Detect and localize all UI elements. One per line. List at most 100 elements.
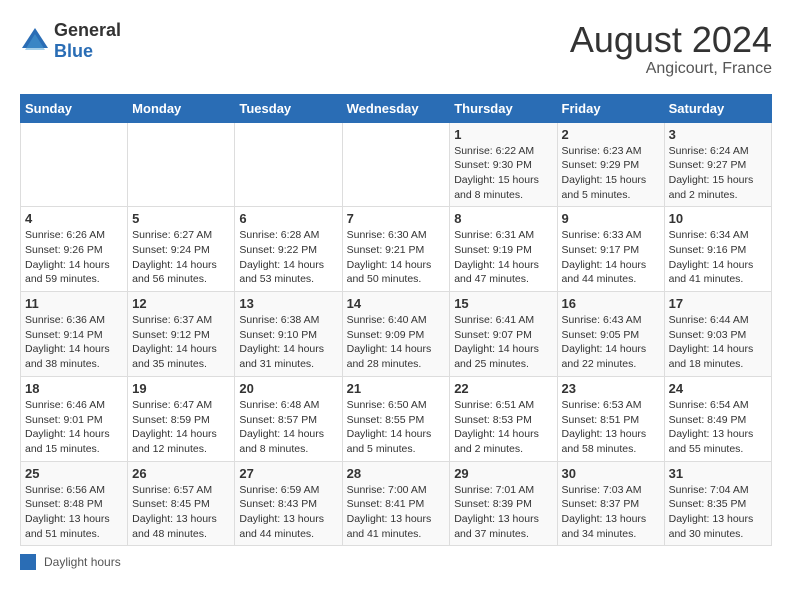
calendar-cell: 4 Sunrise: 6:26 AMSunset: 9:26 PMDaylight… [21, 207, 128, 292]
calendar-cell: 22Sunrise: 6:51 AMSunset: 8:53 PMDayligh… [450, 376, 557, 461]
day-info: Sunrise: 6:59 AMSunset: 8:43 PMDaylight:… [239, 483, 337, 542]
day-info: Sunrise: 6:28 AMSunset: 9:22 PMDaylight:… [239, 228, 337, 287]
legend-label: Daylight hours [44, 555, 121, 569]
day-info: Sunrise: 6:40 AMSunset: 9:09 PMDaylight:… [347, 313, 446, 372]
day-info: Sunrise: 6:41 AMSunset: 9:07 PMDaylight:… [454, 313, 552, 372]
calendar-cell [21, 122, 128, 207]
day-info: Sunrise: 6:24 AMSunset: 9:27 PMDaylight:… [669, 144, 767, 203]
calendar-cell: 2 Sunrise: 6:23 AMSunset: 9:29 PMDaylight… [557, 122, 664, 207]
calendar-cell: 30Sunrise: 7:03 AMSunset: 8:37 PMDayligh… [557, 461, 664, 546]
calendar-week-4: 18 Sunrise: 6:46 AMSunset: 9:01 PMDayligh… [21, 376, 772, 461]
calendar-week-1: 1 Sunrise: 6:22 AMSunset: 9:30 PMDaylight… [21, 122, 772, 207]
logo-blue: Blue [54, 41, 93, 61]
calendar-cell: 28Sunrise: 7:00 AMSunset: 8:41 PMDayligh… [342, 461, 450, 546]
day-info: Sunrise: 6:37 AMSunset: 9:12 PMDaylight:… [132, 313, 230, 372]
day-number: 25 [25, 466, 123, 481]
calendar-cell: 20 Sunrise: 6:48 AMSunset: 8:57 PMDayligh… [235, 376, 342, 461]
calendar-cell: 6Sunrise: 6:28 AMSunset: 9:22 PMDaylight… [235, 207, 342, 292]
day-info: Sunrise: 6:36 AMSunset: 9:14 PMDaylight:… [25, 313, 123, 372]
calendar-cell: 29Sunrise: 7:01 AMSunset: 8:39 PMDayligh… [450, 461, 557, 546]
day-info: Sunrise: 6:31 AMSunset: 9:19 PMDaylight:… [454, 228, 552, 287]
day-number: 21 [347, 381, 446, 396]
column-header-monday: Monday [128, 94, 235, 122]
calendar-cell: 7 Sunrise: 6:30 AMSunset: 9:21 PMDaylight… [342, 207, 450, 292]
column-header-wednesday: Wednesday [342, 94, 450, 122]
day-info: Sunrise: 7:00 AMSunset: 8:41 PMDaylight:… [347, 483, 446, 542]
day-info: Sunrise: 6:46 AMSunset: 9:01 PMDaylight:… [25, 398, 123, 457]
day-info: Sunrise: 6:56 AMSunset: 8:48 PMDaylight:… [25, 483, 123, 542]
day-number: 10 [669, 211, 767, 226]
day-info: Sunrise: 6:33 AMSunset: 9:17 PMDaylight:… [562, 228, 660, 287]
day-number: 5 [132, 211, 230, 226]
day-number: 8 [454, 211, 552, 226]
calendar-cell: 31 Sunrise: 7:04 AMSunset: 8:35 PMDayligh… [664, 461, 771, 546]
column-header-tuesday: Tuesday [235, 94, 342, 122]
day-info: Sunrise: 6:53 AMSunset: 8:51 PMDaylight:… [562, 398, 660, 457]
logo-general: General [54, 20, 121, 40]
calendar-cell: 5 Sunrise: 6:27 AMSunset: 9:24 PMDaylight… [128, 207, 235, 292]
calendar-cell: 27Sunrise: 6:59 AMSunset: 8:43 PMDayligh… [235, 461, 342, 546]
column-header-saturday: Saturday [664, 94, 771, 122]
day-number: 16 [562, 296, 660, 311]
calendar-cell: 11 Sunrise: 6:36 AMSunset: 9:14 PMDayligh… [21, 292, 128, 377]
day-number: 22 [454, 381, 552, 396]
title-block: August 2024 Angicourt, France [570, 20, 772, 78]
calendar-cell: 15Sunrise: 6:41 AMSunset: 9:07 PMDayligh… [450, 292, 557, 377]
day-info: Sunrise: 6:50 AMSunset: 8:55 PMDaylight:… [347, 398, 446, 457]
calendar-cell: 19Sunrise: 6:47 AMSunset: 8:59 PMDayligh… [128, 376, 235, 461]
logo-icon [20, 26, 50, 56]
day-number: 11 [25, 296, 123, 311]
subtitle: Angicourt, France [570, 60, 772, 78]
logo-text: General Blue [54, 20, 121, 62]
calendar-cell [128, 122, 235, 207]
calendar-cell [235, 122, 342, 207]
day-number: 23 [562, 381, 660, 396]
legend-box [20, 554, 36, 570]
day-number: 26 [132, 466, 230, 481]
page-header: General Blue August 2024 Angicourt, Fran… [20, 20, 772, 78]
day-number: 12 [132, 296, 230, 311]
day-number: 24 [669, 381, 767, 396]
calendar-cell: 13Sunrise: 6:38 AMSunset: 9:10 PMDayligh… [235, 292, 342, 377]
day-info: Sunrise: 6:22 AMSunset: 9:30 PMDaylight:… [454, 144, 552, 203]
day-info: Sunrise: 6:48 AMSunset: 8:57 PMDaylight:… [239, 398, 337, 457]
calendar-cell: 8 Sunrise: 6:31 AMSunset: 9:19 PMDaylight… [450, 207, 557, 292]
day-info: Sunrise: 6:43 AMSunset: 9:05 PMDaylight:… [562, 313, 660, 372]
main-title: August 2024 [570, 20, 772, 60]
calendar-cell: 24 Sunrise: 6:54 AMSunset: 8:49 PMDayligh… [664, 376, 771, 461]
calendar-cell: 16 Sunrise: 6:43 AMSunset: 9:05 PMDayligh… [557, 292, 664, 377]
day-number: 7 [347, 211, 446, 226]
day-info: Sunrise: 6:23 AMSunset: 9:29 PMDaylight:… [562, 144, 660, 203]
calendar-cell: 3Sunrise: 6:24 AMSunset: 9:27 PMDaylight… [664, 122, 771, 207]
calendar-cell: 26Sunrise: 6:57 AMSunset: 8:45 PMDayligh… [128, 461, 235, 546]
column-header-thursday: Thursday [450, 94, 557, 122]
calendar-header-row: SundayMondayTuesdayWednesdayThursdayFrid… [21, 94, 772, 122]
calendar-week-2: 4 Sunrise: 6:26 AMSunset: 9:26 PMDaylight… [21, 207, 772, 292]
calendar-footer: Daylight hours [20, 554, 772, 570]
calendar-week-5: 25 Sunrise: 6:56 AMSunset: 8:48 PMDayligh… [21, 461, 772, 546]
calendar-cell: 9 Sunrise: 6:33 AMSunset: 9:17 PMDaylight… [557, 207, 664, 292]
logo: General Blue [20, 20, 121, 62]
day-number: 17 [669, 296, 767, 311]
day-number: 9 [562, 211, 660, 226]
day-info: Sunrise: 6:27 AMSunset: 9:24 PMDaylight:… [132, 228, 230, 287]
day-info: Sunrise: 6:54 AMSunset: 8:49 PMDaylight:… [669, 398, 767, 457]
calendar-table: SundayMondayTuesdayWednesdayThursdayFrid… [20, 94, 772, 547]
day-number: 20 [239, 381, 337, 396]
day-number: 31 [669, 466, 767, 481]
day-info: Sunrise: 6:30 AMSunset: 9:21 PMDaylight:… [347, 228, 446, 287]
day-info: Sunrise: 6:26 AMSunset: 9:26 PMDaylight:… [25, 228, 123, 287]
calendar-cell: 10Sunrise: 6:34 AMSunset: 9:16 PMDayligh… [664, 207, 771, 292]
day-number: 14 [347, 296, 446, 311]
day-number: 2 [562, 127, 660, 142]
day-number: 18 [25, 381, 123, 396]
day-number: 1 [454, 127, 552, 142]
day-info: Sunrise: 7:03 AMSunset: 8:37 PMDaylight:… [562, 483, 660, 542]
calendar-cell [342, 122, 450, 207]
day-number: 4 [25, 211, 123, 226]
day-info: Sunrise: 6:44 AMSunset: 9:03 PMDaylight:… [669, 313, 767, 372]
day-info: Sunrise: 7:04 AMSunset: 8:35 PMDaylight:… [669, 483, 767, 542]
column-header-sunday: Sunday [21, 94, 128, 122]
calendar-cell: 14 Sunrise: 6:40 AMSunset: 9:09 PMDayligh… [342, 292, 450, 377]
calendar-cell: 21 Sunrise: 6:50 AMSunset: 8:55 PMDayligh… [342, 376, 450, 461]
